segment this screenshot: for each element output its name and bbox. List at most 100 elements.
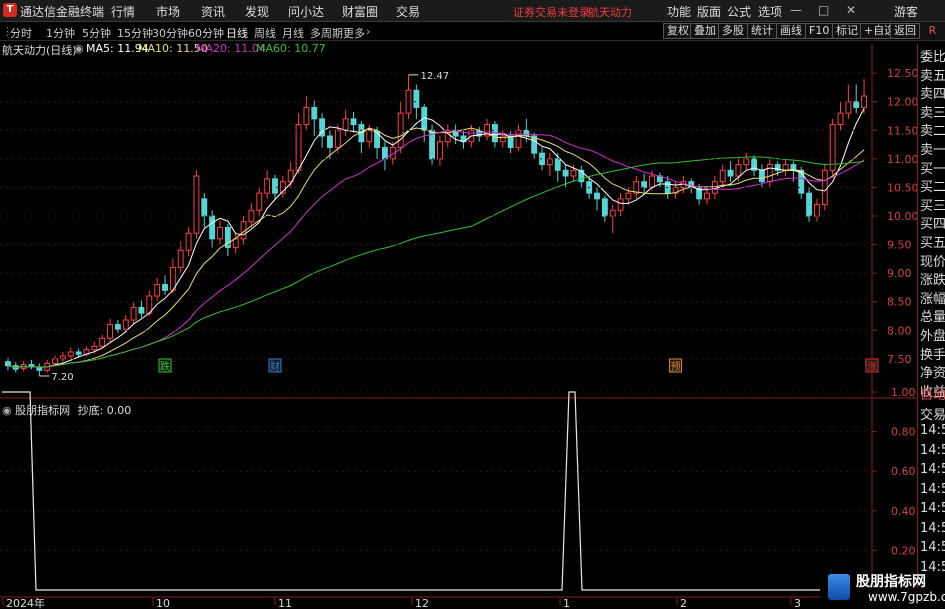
ind-tick-label: 0.40	[891, 505, 916, 518]
watermark-title: 股朋指标网	[856, 574, 926, 590]
candle-body	[704, 192, 710, 200]
quote-field-10: 买五	[920, 236, 945, 251]
ma5-line	[7, 108, 865, 368]
quote-field-11: 现价	[920, 254, 945, 270]
y-tick-label: 10.50	[887, 181, 919, 194]
candle-body	[609, 209, 616, 217]
candle-body	[75, 351, 82, 355]
quote-field-8: 买三	[920, 198, 945, 214]
candle-body	[601, 198, 608, 217]
quote-panel: 委比 卖五 卖四 卖三 卖二 卖一 买一 买二 买三 买四 买五 现价 涨跌 涨幅 总量 外盘 换手 净资 收益 自动…	[917, 44, 945, 609]
candle-body	[295, 124, 302, 171]
quote-field-15: 外盘	[920, 329, 945, 344]
candle-body	[413, 89, 420, 108]
trade-time-2: 14:56	[920, 423, 945, 438]
candle-body	[837, 112, 844, 126]
candle-body	[311, 106, 318, 120]
candle-body	[727, 169, 734, 177]
y-tick-label: 9.50	[887, 239, 912, 252]
trade-mode-1[interactable]: 交易	[920, 404, 945, 423]
quote-field-3: 卖三	[920, 105, 945, 121]
quote-field-7: 买二	[920, 180, 945, 196]
quote-field-2: 卖四	[920, 87, 945, 103]
ind-tick-label: 0.80	[891, 426, 916, 439]
candle-body	[766, 164, 773, 183]
trade-time-3: 14:56	[920, 442, 945, 458]
price-chart[interactable]: 12.477.20 12.5012.0011.5011.0010.5010.00…	[0, 0, 945, 609]
high-price-label: 12.47	[421, 71, 450, 82]
watermark-logo-icon	[828, 574, 850, 600]
candle-body	[515, 129, 522, 148]
candle-body	[107, 324, 113, 339]
candle-body	[264, 178, 271, 194]
candle-body	[617, 198, 624, 211]
x-tick-label: 3	[794, 597, 801, 609]
candle-body	[138, 306, 145, 314]
candle-body	[562, 169, 569, 177]
y-tick-label: 12.00	[887, 96, 919, 109]
quote-field-1: 卖五	[920, 68, 945, 84]
candle-body	[154, 284, 161, 297]
ind-tick-label: 0.20	[891, 544, 916, 557]
candle-body	[546, 158, 553, 166]
candle-body	[436, 141, 443, 160]
candle-body	[185, 232, 192, 251]
event-marker-label: 预	[671, 361, 681, 373]
candle-body	[99, 337, 106, 347]
quote-field-17: 净资	[920, 366, 945, 382]
candle-body	[499, 135, 506, 143]
candle-body	[625, 192, 632, 200]
candle-body	[162, 284, 168, 291]
low-price-label: 7.20	[51, 372, 73, 383]
candle-body	[719, 169, 726, 183]
candle-body	[91, 345, 98, 351]
x-tick-label: 12	[415, 597, 429, 609]
candle-body	[327, 135, 333, 148]
ind-tick-label: 1.00	[891, 386, 916, 399]
candle-body	[272, 178, 278, 194]
candle-body	[114, 324, 121, 330]
trade-time-4: 14:56	[920, 462, 945, 477]
trade-time-5: 14:56	[920, 481, 945, 497]
candle-body	[798, 169, 805, 194]
quote-field-6: 买一	[920, 161, 945, 177]
signal-line	[2, 391, 868, 591]
y-tick-label: 11.00	[887, 153, 919, 166]
quote-field-13: 涨幅	[920, 291, 945, 307]
indicator-name: 股朋指标网	[15, 404, 71, 417]
candle-body	[193, 175, 200, 234]
quote-field-5: 卖一	[920, 143, 945, 158]
trade-mode-0[interactable]: 自动	[920, 384, 945, 403]
indicator-value: 抄底: 0.00	[77, 404, 132, 417]
watermark-url: www.7gpzb.com	[868, 590, 945, 604]
candle-body	[782, 164, 789, 171]
candle-body	[67, 351, 74, 357]
candle-body	[735, 164, 742, 177]
candle-body	[122, 319, 129, 330]
y-tick-label: 8.00	[887, 324, 912, 337]
candle-body	[759, 169, 765, 183]
ma10-line	[7, 127, 865, 368]
trade-time-8: 14:56	[920, 540, 945, 555]
candle-body	[845, 101, 852, 114]
quote-field-0: 委比	[920, 50, 945, 65]
candle-body	[366, 129, 373, 143]
candle-body	[829, 124, 836, 171]
candle-body	[350, 118, 357, 126]
watermark: 股朋指标网 www.7gpzb.com	[820, 574, 945, 609]
candle-body	[342, 118, 349, 131]
indicator-settings-icon[interactable]: ◉	[2, 404, 12, 417]
y-tick-label: 12.50	[887, 67, 919, 80]
event-marker-label: 涨	[867, 361, 877, 373]
quote-field-14: 总量	[920, 310, 945, 326]
candle-body	[594, 192, 600, 200]
candle-body	[814, 204, 820, 217]
y-tick-label: 7.50	[887, 353, 912, 366]
candle-body	[177, 249, 184, 268]
candle-body	[256, 192, 263, 211]
candle-body	[554, 158, 561, 171]
ind-tick-label: 0.60	[891, 465, 916, 478]
candle-body	[209, 215, 216, 240]
candle-body	[303, 106, 310, 126]
x-tick-label: 1	[563, 597, 570, 609]
